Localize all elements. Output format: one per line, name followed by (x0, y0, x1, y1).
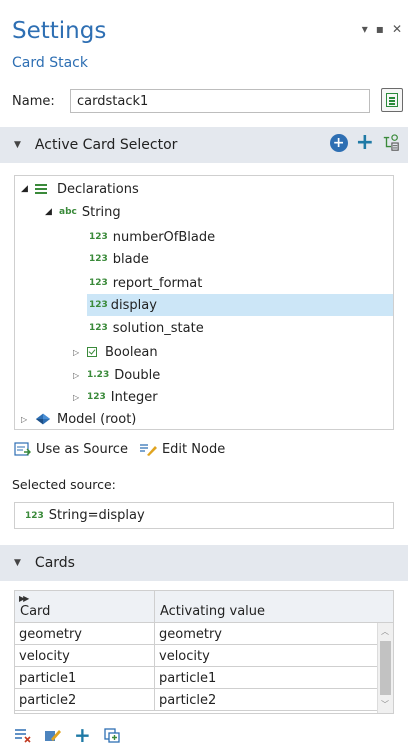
table-cell[interactable]: geometry (155, 623, 377, 645)
tree-node-integer[interactable]: ▷ 123 Integer (73, 386, 158, 408)
tree-node-label: numberOfBlade (112, 229, 216, 245)
tree-node-label: Boolean (105, 344, 158, 360)
use-as-source-button[interactable]: Use as Source (14, 441, 128, 457)
add-row-icon[interactable]: + (74, 725, 91, 745)
collapse-triangle-icon: ▼ (14, 140, 21, 150)
close-icon[interactable]: ✕ (392, 22, 402, 36)
tree-node-solution-state[interactable]: 123 solution_state (89, 317, 204, 339)
expanded-arrow-icon[interactable]: ◢ (45, 207, 59, 217)
string-variable-icon: 123 (25, 510, 44, 521)
tree-node-string[interactable]: ◢ abc String (45, 201, 121, 223)
string-variable-icon: 123 (89, 232, 108, 242)
dropdown-icon[interactable]: ▾ (362, 22, 368, 36)
scroll-down-icon[interactable]: ﹀ (381, 699, 389, 710)
table-toolbar: + (14, 725, 121, 745)
name-label: Name: (12, 94, 55, 109)
table-cell[interactable]: geometry (15, 623, 155, 645)
collapsed-arrow-icon[interactable]: ▷ (73, 348, 87, 357)
tree-node-double[interactable]: ▷ 1.23 Double (73, 364, 160, 386)
checkbox-icon (87, 347, 97, 357)
scrollbar-thumb[interactable] (380, 641, 391, 695)
settings-panel: Settings Card Stack ▾ ▪ ✕ Name: ▼ Active… (0, 0, 408, 754)
window-controls: ▾ ▪ ✕ (362, 22, 402, 36)
tree-structure-icon[interactable] (382, 134, 400, 152)
add-circle-icon[interactable]: + (329, 134, 348, 152)
document-icon (386, 93, 398, 107)
cards-section-header[interactable]: ▼ Cards (0, 545, 408, 581)
page-title: Settings (12, 18, 107, 44)
collapsed-arrow-icon[interactable]: ▷ (73, 371, 87, 380)
use-as-source-icon (14, 442, 31, 456)
use-as-source-label: Use as Source (36, 441, 128, 457)
tree-node-model-root[interactable]: ▷ Model (root) (21, 408, 137, 429)
extend-table-icon[interactable] (103, 727, 121, 743)
scroll-up-icon[interactable]: ︿ (381, 626, 389, 637)
tree-node-declarations[interactable]: ◢ Declarations (21, 178, 139, 200)
tree-node-label: report_format (112, 275, 203, 291)
table-cell[interactable]: velocity (15, 645, 155, 667)
tree-node-label: blade (112, 251, 149, 267)
double-icon: 1.23 (87, 370, 110, 380)
list-icon (35, 184, 47, 194)
tree-node-label: Integer (110, 389, 158, 405)
table-row[interactable]: geometry geometry (15, 623, 377, 645)
edit-node-label: Edit Node (161, 441, 226, 457)
table-scrollbar[interactable]: ︿ ﹀ (377, 623, 393, 713)
table-row[interactable]: particle1 particle1 (15, 667, 377, 689)
table-cell[interactable]: particle1 (15, 667, 155, 689)
table-row[interactable]: particle2 particle2 (15, 689, 377, 711)
collapsed-arrow-icon[interactable]: ▷ (21, 415, 35, 424)
table-cell[interactable]: particle2 (155, 689, 377, 711)
table-row[interactable]: velocity velocity (15, 645, 377, 667)
tree-node-label: Double (114, 367, 161, 383)
column-header-activating-value[interactable]: Activating value (155, 591, 377, 623)
selected-source-value: String=display (48, 508, 145, 523)
tree-node-label: Declarations (57, 181, 139, 197)
string-variable-icon: 123 (89, 254, 108, 264)
tree-actions: Use as Source Edit Node (14, 441, 225, 457)
section-title: Cards (34, 555, 75, 571)
collapse-triangle-icon: ▼ (14, 558, 21, 568)
declarations-tree[interactable]: ◢ Declarations ◢ abc String 123 numberOf… (14, 175, 394, 430)
tree-node-boolean[interactable]: ▷ Boolean (73, 341, 158, 363)
model-icon (35, 413, 51, 425)
tree-node-blade[interactable]: 123 blade (89, 248, 149, 270)
add-icon[interactable]: + (356, 132, 374, 154)
integer-icon: 123 (87, 392, 106, 402)
edit-node-icon (139, 444, 157, 456)
string-variable-icon: 123 (89, 300, 108, 310)
table-cell[interactable]: velocity (155, 645, 377, 667)
edit-node-button[interactable]: Edit Node (138, 441, 225, 457)
string-variable-icon: 123 (89, 278, 108, 288)
pin-icon[interactable]: ▪ (376, 22, 384, 36)
page-subtitle: Card Stack (12, 55, 88, 71)
expanded-arrow-icon[interactable]: ◢ (21, 184, 35, 194)
table-cell[interactable]: particle2 (15, 689, 155, 711)
clear-table-icon[interactable] (14, 727, 32, 743)
collapsed-arrow-icon[interactable]: ▷ (73, 393, 87, 402)
tree-node-label: display (110, 297, 157, 313)
section-title: Active Card Selector (34, 137, 178, 153)
name-input[interactable] (70, 89, 370, 113)
table-cell[interactable]: particle1 (155, 667, 377, 689)
selected-source-field: 123 String=display (14, 502, 394, 529)
tree-node-report-format[interactable]: 123 report_format (89, 272, 202, 294)
tree-node-display[interactable]: 123 display (87, 294, 393, 316)
tree-node-label: Model (root) (57, 411, 137, 427)
selected-source-label: Selected source: (12, 477, 116, 492)
active-card-selector-header[interactable]: ▼ Active Card Selector + + (0, 127, 408, 163)
edit-table-icon[interactable] (44, 727, 62, 743)
column-header-card[interactable]: Card (15, 591, 155, 623)
abc-icon: abc (59, 207, 77, 217)
node-label-button[interactable] (381, 88, 403, 112)
string-variable-icon: 123 (89, 323, 108, 333)
tree-node-label: String (81, 204, 121, 220)
cards-table[interactable]: ▶▶ Card Activating value geometry geomet… (14, 590, 394, 714)
table-header: ▶▶ Card Activating value (15, 591, 393, 623)
tree-node-label: solution_state (112, 320, 204, 336)
tree-node-numberofblade[interactable]: 123 numberOfBlade (89, 226, 215, 248)
section-toolbar: + + (329, 132, 400, 154)
